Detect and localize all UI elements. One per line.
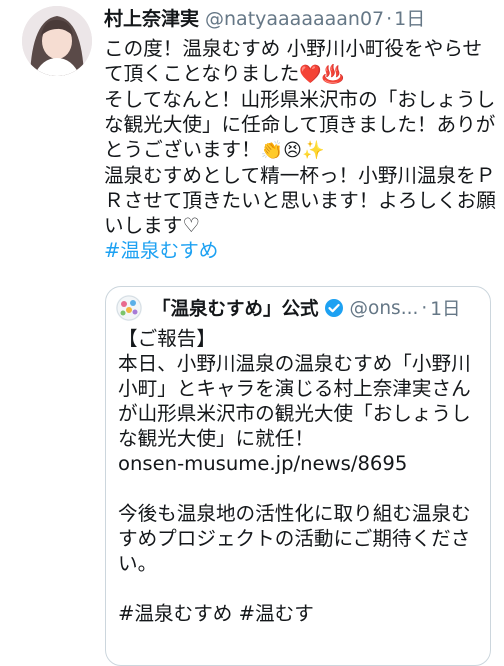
quoted-tweet-text: 【ご報告】 本日、小野川温泉の温泉むすめ「小野川 小町」とキャラを演じる村上奈津… (118, 326, 474, 626)
hashtag-link[interactable]: #温泉むすめ (104, 238, 496, 263)
quoted-line: い。 (118, 552, 158, 575)
heart-icon: ❤️ (299, 64, 322, 85)
quoted-tweet[interactable]: 「温泉むすめ」公式 @ons... · 1日 【ご報告】 本日、小野川温泉の温泉むす… (105, 286, 491, 666)
quoted-hashtags[interactable]: #温泉むすめ #温むす (118, 601, 474, 626)
tweet-line: な観光大使」に任命して頂きました！ありが (104, 113, 496, 136)
tweet-line: て頂くことなりました❤️♨️ (104, 61, 496, 87)
tweet-line: 温泉むすめとして精一杯っ！小野川温泉をＰ (104, 164, 496, 187)
quoted-line: 小町」とキャラを演じる村上奈津実さん (118, 377, 471, 400)
time-separator: · (386, 8, 393, 30)
quoted-line: 【ご報告】 (118, 327, 216, 350)
avatar-photo (22, 6, 92, 76)
quoted-avatar-image (116, 295, 142, 321)
tweet-time[interactable]: 1日 (394, 8, 425, 30)
quoted-avatar[interactable] (116, 295, 142, 321)
tweet-header: 村上奈津実 @natyaaaaaaan07 · 1日 (104, 6, 492, 32)
quoted-time[interactable]: 1日 (430, 295, 460, 321)
quoted-link[interactable]: onsen-musume.jp/news/8695 (118, 451, 474, 476)
tweet-line: とうございます！👏😣✨ (104, 137, 496, 163)
quoted-line: が山形県米沢市の観光大使「おしょうし (118, 402, 471, 425)
clapping-hands-icon: 👏 (260, 140, 284, 161)
hot-springs-icon: ♨️ (321, 64, 345, 85)
tweet-line: この度！温泉むすめ 小野川小町役をやらせ (104, 37, 483, 60)
tweet[interactable]: 村上奈津実 @natyaaaaaaan07 · 1日 この度！温泉むすめ 小野川小町役… (0, 0, 504, 666)
tweet-line: いします♡ (104, 214, 200, 237)
persevering-face-icon: 😣 (283, 140, 302, 161)
verified-badge-icon (324, 298, 344, 318)
author-display-name[interactable]: 村上奈津実 (104, 8, 199, 30)
tweet-text: この度！温泉むすめ 小野川小町役をやらせ て頂くことなりました❤️♨️ そしてな… (104, 36, 496, 263)
quoted-time-separator: · (421, 297, 428, 319)
tweet-line-text: とうございます！ (104, 138, 261, 161)
quoted-line: 今後も温泉地の活性化に取り組む温泉む (118, 502, 471, 525)
author-handle[interactable]: @natyaaaaaaan07 (205, 8, 384, 30)
quoted-line: 本日、小野川温泉の温泉むすめ「小野川 (118, 352, 471, 375)
quoted-display-name[interactable]: 「温泉むすめ」公式 (152, 295, 319, 321)
quoted-line: すめプロジェクトの活動にご期待くださ (118, 527, 471, 550)
avatar[interactable] (22, 6, 92, 76)
tweet-line: そしてなんと！山形県米沢市の「おしょうし (104, 88, 496, 111)
tweet-line: Ｒさせて頂きたいと思います！よろしくお願 (104, 189, 496, 212)
tweet-line-text: て頂くことなりました (104, 62, 300, 85)
quoted-line: な観光大使」に就任！ (118, 427, 314, 450)
sparkles-icon: ✨ (301, 140, 325, 161)
quoted-handle[interactable]: @ons... (350, 298, 419, 319)
quoted-tweet-header: 「温泉むすめ」公式 @ons... · 1日 (116, 293, 480, 323)
